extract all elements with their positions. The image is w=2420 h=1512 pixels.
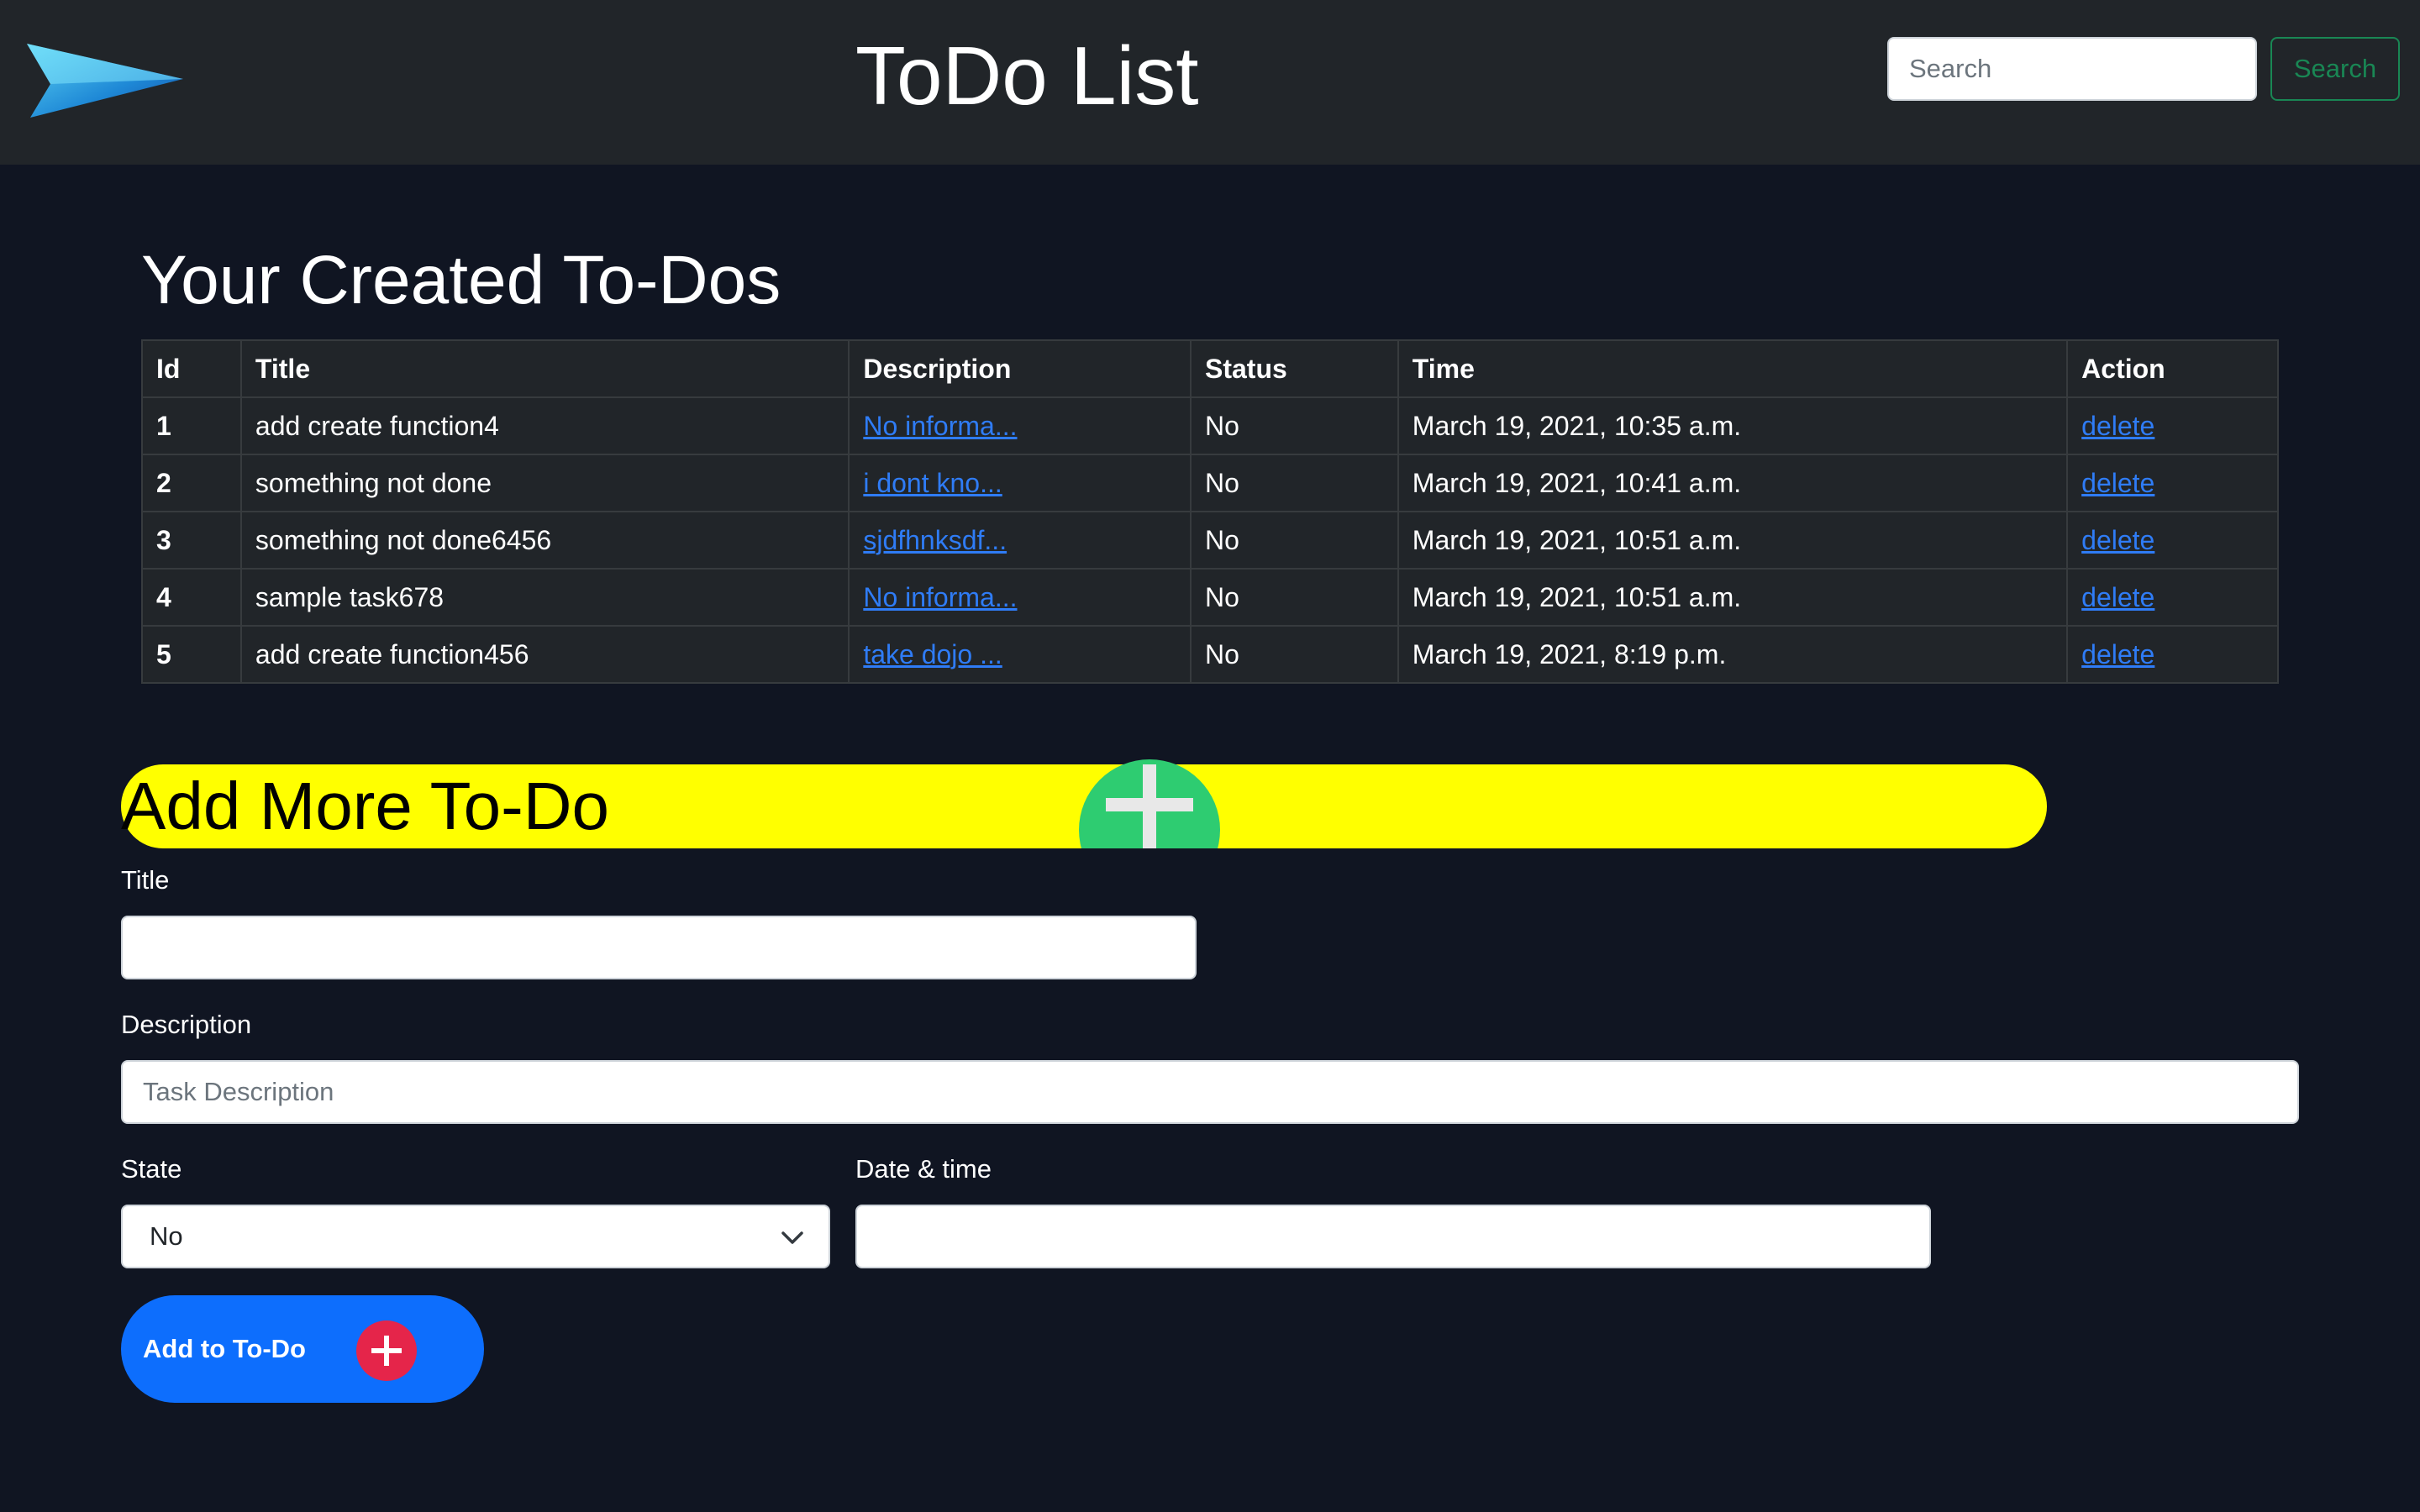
chevron-down-icon [781, 1231, 803, 1244]
navbar: ToDo List Search [0, 0, 2420, 165]
search-button[interactable]: Search [2270, 37, 2400, 101]
state-label: State [121, 1154, 182, 1184]
add-todo-heading: Add More To-Do [121, 769, 610, 843]
table-row: 5 add create function456 take dojo ... N… [141, 625, 2279, 684]
todo-id: 3 [141, 511, 242, 570]
plus-circle-icon [1079, 759, 1220, 848]
todo-action-cell: delete [2066, 396, 2279, 455]
description-label: Description [121, 1010, 252, 1039]
todo-status: No [1190, 454, 1399, 512]
column-header-id: Id [141, 339, 242, 398]
todo-title: something not done6456 [239, 511, 850, 570]
brand-logo-icon[interactable] [25, 40, 185, 121]
todo-description-cell: No informa... [848, 396, 1192, 455]
todo-id: 4 [141, 568, 242, 627]
todo-title: sample task678 [239, 568, 850, 627]
todo-action-cell: delete [2066, 511, 2279, 570]
created-todos-heading: Your Created To-Dos [141, 242, 781, 318]
todo-title: add create function456 [239, 625, 850, 684]
todo-description-cell: sjdfhnksdf... [848, 511, 1192, 570]
delete-link[interactable]: delete [2081, 639, 2154, 669]
todo-action-cell: delete [2066, 625, 2279, 684]
app-title: ToDo List [855, 29, 1199, 122]
datetime-input[interactable] [855, 1205, 1931, 1268]
table-row: 1 add create function4 No informa... No … [141, 396, 2279, 455]
todo-status: No [1190, 568, 1399, 627]
todo-description-cell: take dojo ... [848, 625, 1192, 684]
column-header-title: Title [239, 339, 850, 398]
todo-time: March 19, 2021, 10:51 a.m. [1397, 568, 2069, 627]
plus-circle-icon [356, 1320, 417, 1381]
state-select[interactable]: No [121, 1205, 830, 1268]
todo-id: 2 [141, 454, 242, 512]
column-header-time: Time [1397, 339, 2069, 398]
state-selected-value: No [150, 1221, 183, 1251]
delete-link[interactable]: delete [2081, 582, 2154, 612]
todo-time: March 19, 2021, 10:35 a.m. [1397, 396, 2069, 455]
table-row: 2 something not done i dont kno... No Ma… [141, 454, 2279, 512]
add-to-todo-button[interactable]: Add to To-Do [121, 1295, 484, 1403]
todo-description-cell: i dont kno... [848, 454, 1192, 512]
column-header-action: Action [2066, 339, 2279, 398]
table-row: 4 sample task678 No informa... No March … [141, 568, 2279, 627]
todo-id: 1 [141, 396, 242, 455]
todo-action-cell: delete [2066, 454, 2279, 512]
datetime-label: Date & time [855, 1154, 992, 1184]
todo-time: March 19, 2021, 10:41 a.m. [1397, 454, 2069, 512]
add-todo-banner: Add More To-Do [121, 759, 2047, 848]
delete-link[interactable]: delete [2081, 468, 2154, 498]
todo-description-link[interactable]: take dojo ... [863, 639, 1002, 669]
todo-time: March 19, 2021, 10:51 a.m. [1397, 511, 2069, 570]
todo-time: March 19, 2021, 8:19 p.m. [1397, 625, 2069, 684]
todo-status: No [1190, 396, 1399, 455]
search-input[interactable] [1887, 37, 2257, 101]
delete-link[interactable]: delete [2081, 411, 2154, 441]
title-label: Title [121, 865, 170, 895]
todo-status: No [1190, 511, 1399, 570]
column-header-description: Description [848, 339, 1192, 398]
todo-title: add create function4 [239, 396, 850, 455]
title-input[interactable] [121, 916, 1197, 979]
todo-description-link[interactable]: No informa... [863, 411, 1017, 441]
todo-description-link[interactable]: sjdfhnksdf... [863, 525, 1007, 555]
description-input[interactable] [121, 1060, 2299, 1124]
todo-title: something not done [239, 454, 850, 512]
column-header-status: Status [1190, 339, 1399, 398]
todos-table: Id Title Description Status Time Action … [141, 339, 2279, 684]
todo-status: No [1190, 625, 1399, 684]
todo-id: 5 [141, 625, 242, 684]
todo-description-link[interactable]: i dont kno... [863, 468, 1002, 498]
todo-action-cell: delete [2066, 568, 2279, 627]
table-header-row: Id Title Description Status Time Action [141, 339, 2279, 398]
todo-description-link[interactable]: No informa... [863, 582, 1017, 612]
add-to-todo-label: Add to To-Do [143, 1334, 306, 1363]
todo-description-cell: No informa... [848, 568, 1192, 627]
delete-link[interactable]: delete [2081, 525, 2154, 555]
table-row: 3 something not done6456 sjdfhnksdf... N… [141, 511, 2279, 570]
